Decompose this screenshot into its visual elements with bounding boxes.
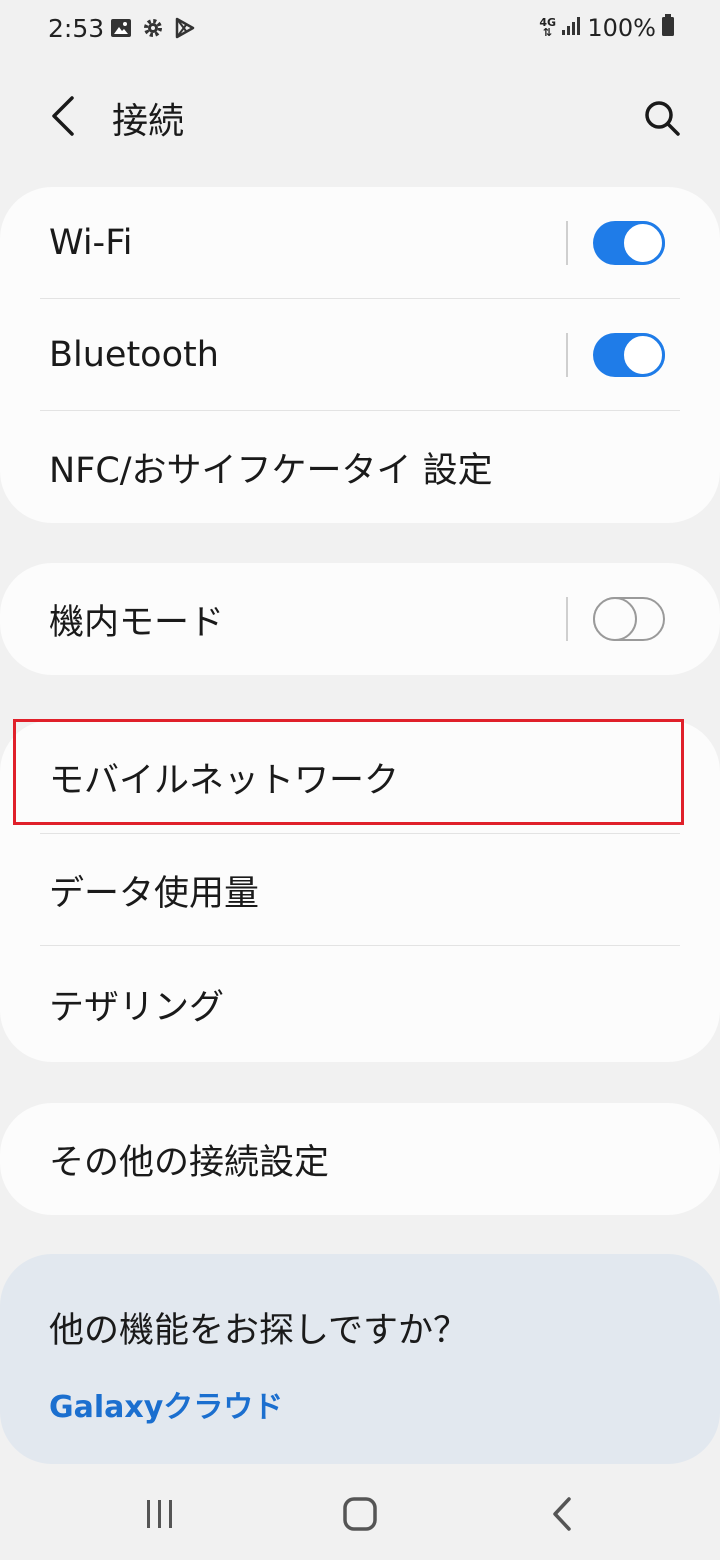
galaxy-cloud-link[interactable]: Galaxyクラウド — [49, 1382, 283, 1426]
wifi-row[interactable]: Wi-Fi — [0, 187, 720, 299]
bluetooth-label: Bluetooth — [49, 335, 219, 375]
navigation-bar — [0, 1464, 720, 1560]
image-icon — [110, 18, 132, 42]
chevron-left-icon — [52, 96, 74, 136]
toggle-knob — [621, 333, 665, 377]
airplane-mode-row[interactable]: 機内モード — [0, 563, 720, 675]
mobile-network-row[interactable]: モバイルネットワーク — [0, 720, 720, 834]
app-header: 接続 — [0, 62, 720, 174]
battery-text: 100% — [587, 14, 656, 42]
battery-icon — [662, 14, 674, 42]
search-button[interactable] — [634, 90, 690, 146]
settings-group-mobile: モバイルネットワーク データ使用量 テザリング — [0, 720, 720, 1062]
search-icon — [645, 101, 680, 136]
toggle-knob — [593, 597, 637, 641]
back-icon — [553, 1497, 571, 1531]
home-icon — [343, 1497, 377, 1531]
airplane-mode-toggle[interactable] — [593, 597, 665, 641]
suggestion-title: 他の機能をお探しですか？ — [49, 1311, 468, 1351]
more-connection-settings-row[interactable]: その他の接続設定 — [0, 1103, 720, 1215]
gear-icon — [142, 17, 164, 43]
divider-vertical — [566, 333, 568, 377]
nav-back-button[interactable] — [532, 1484, 592, 1544]
back-button[interactable] — [38, 86, 88, 146]
wifi-label: Wi-Fi — [49, 223, 133, 263]
signal-icon — [561, 14, 581, 42]
suggestion-card: 他の機能をお探しですか？ Galaxyクラウド — [0, 1254, 720, 1464]
divider-vertical — [566, 221, 568, 265]
home-button[interactable] — [330, 1484, 390, 1544]
data-usage-row[interactable]: データ使用量 — [0, 834, 720, 946]
tethering-label: テザリング — [49, 987, 225, 1028]
settings-group-more: その他の接続設定 — [0, 1103, 720, 1215]
page-title: 接続 — [112, 101, 185, 142]
status-bar: 2:53 4G ⇅ 100% — [0, 0, 720, 62]
wifi-toggle[interactable] — [593, 221, 665, 265]
settings-group-connectivity: Wi-Fi Bluetooth NFC/おサイフケータイ 設定 — [0, 187, 720, 523]
settings-group-airplane: 機内モード — [0, 563, 720, 675]
airplane-mode-label: 機内モード — [49, 602, 225, 643]
network-type-icon: 4G ⇅ — [539, 16, 557, 39]
nfc-label: NFC/おサイフケータイ 設定 — [49, 450, 493, 491]
tethering-row[interactable]: テザリング — [0, 946, 720, 1062]
status-time: 2:53 — [48, 14, 105, 43]
recents-icon — [147, 1500, 172, 1528]
bluetooth-row[interactable]: Bluetooth — [0, 299, 720, 411]
recents-button[interactable] — [130, 1484, 190, 1544]
nfc-row[interactable]: NFC/おサイフケータイ 設定 — [0, 411, 720, 523]
play-store-icon — [174, 17, 196, 43]
toggle-knob — [621, 221, 665, 265]
bluetooth-toggle[interactable] — [593, 333, 665, 377]
divider-vertical — [566, 597, 568, 641]
more-connection-settings-label: その他の接続設定 — [49, 1142, 330, 1183]
mobile-network-label: モバイルネットワーク — [49, 760, 400, 801]
data-usage-label: データ使用量 — [49, 873, 260, 914]
